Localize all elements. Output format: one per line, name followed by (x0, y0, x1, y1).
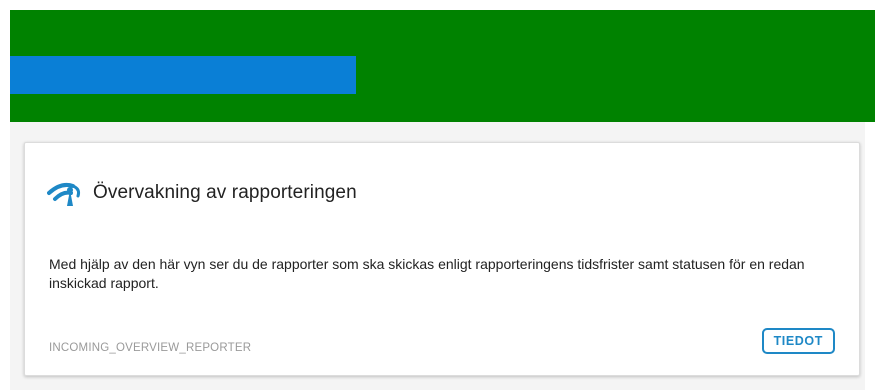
details-button[interactable]: TIEDOT (761, 328, 835, 354)
report-monitoring-card: Övervakning av rapporteringen Med hjälp … (24, 142, 860, 376)
right-edge (865, 122, 875, 390)
content-area: Övervakning av rapporteringen Med hjälp … (10, 122, 875, 390)
card-description: Med hjälp av den här vyn ser du de rappo… (49, 256, 805, 291)
card-header: Övervakning av rapporteringen (47, 179, 357, 207)
card-code: INCOMING_OVERVIEW_REPORTER (49, 342, 252, 354)
signal-antenna-icon (47, 179, 87, 207)
card-title: Övervakning av rapporteringen (93, 182, 357, 203)
header-banner-bar (10, 56, 356, 94)
page: Övervakning av rapporteringen Med hjälp … (0, 0, 875, 390)
header-banner (10, 10, 875, 122)
